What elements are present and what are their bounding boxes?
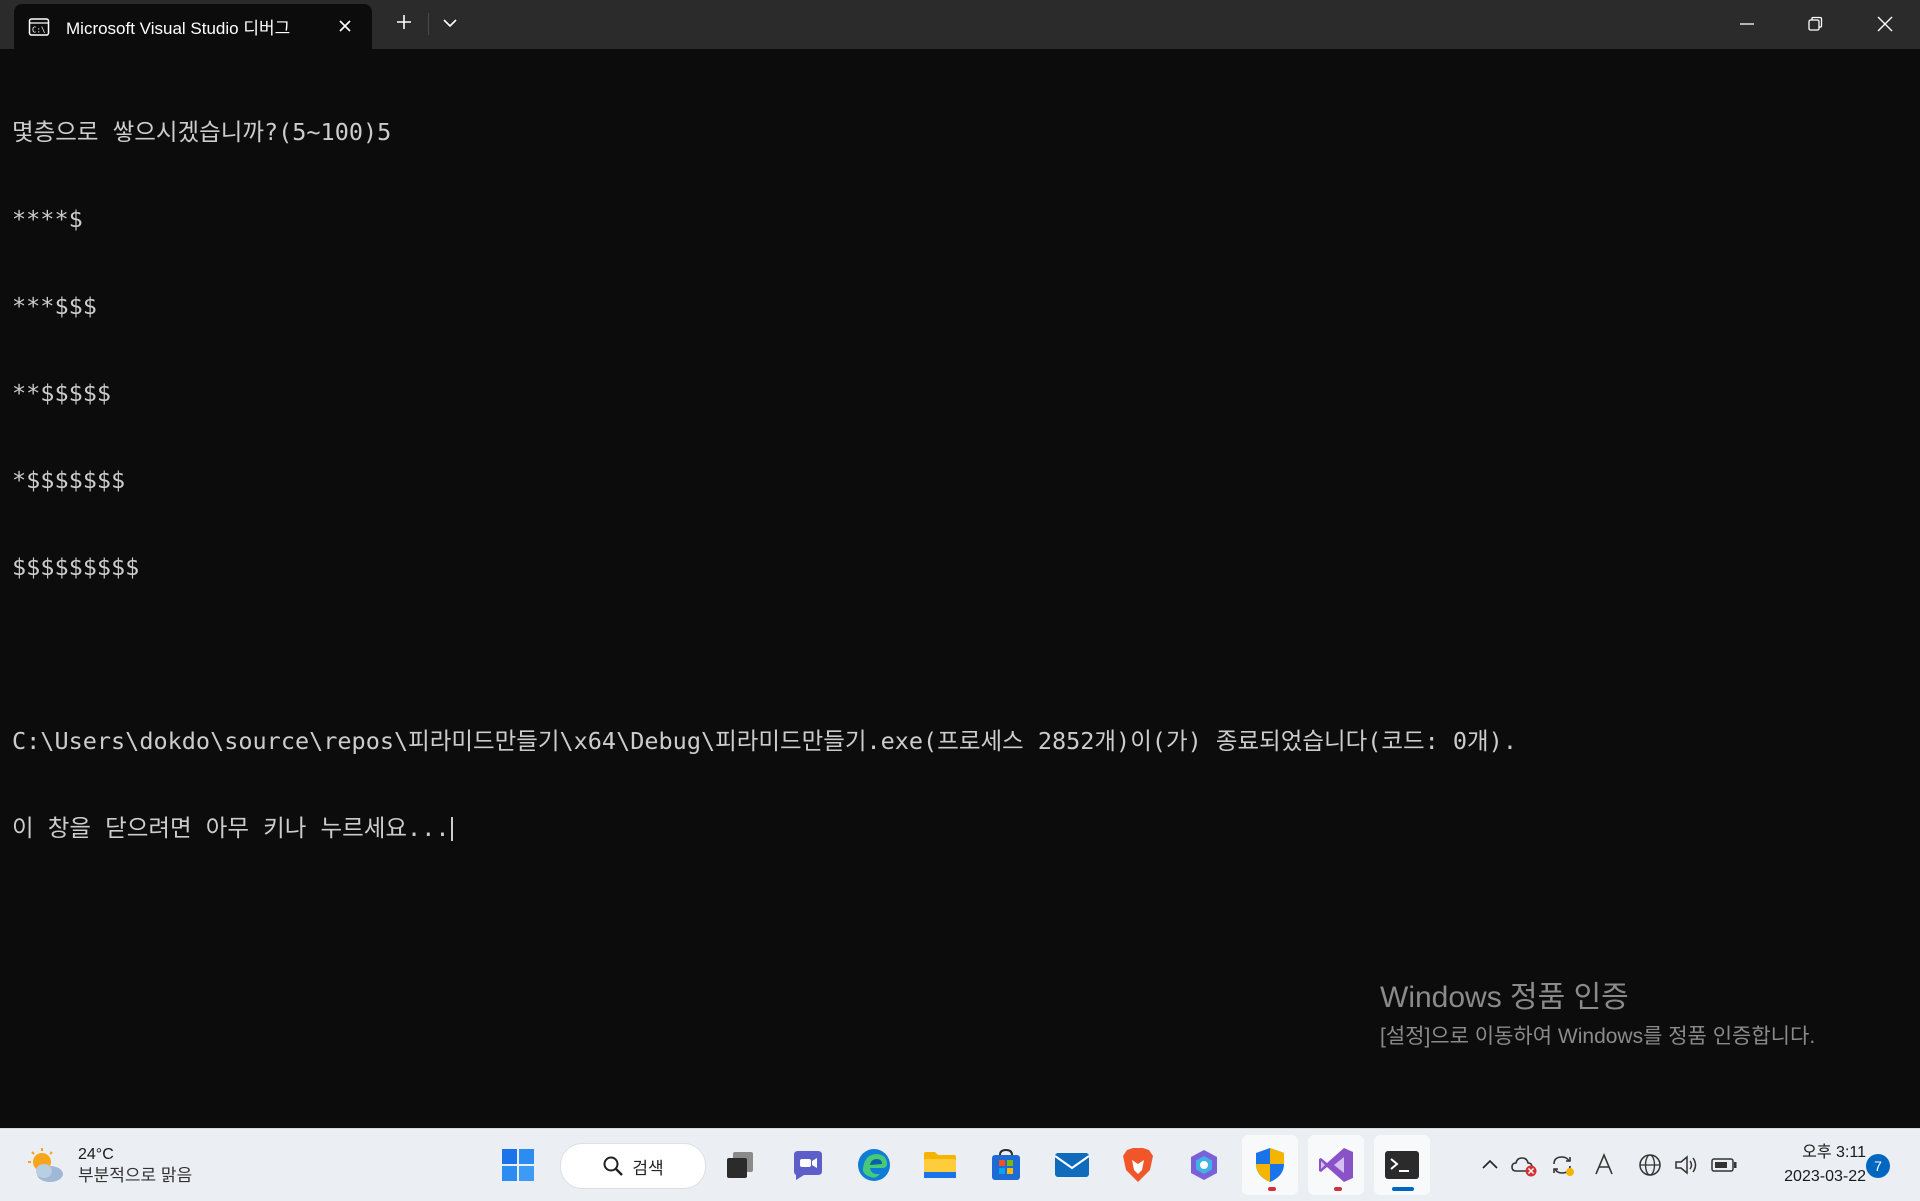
security-icon	[1256, 1148, 1284, 1182]
notification-badge[interactable]: 7	[1866, 1154, 1890, 1178]
console-line: *$$$$$$$	[12, 466, 126, 494]
activation-watermark: Windows 정품 인증 [설정]으로 이동하여 Windows를 정품 인증…	[1380, 978, 1860, 1051]
edge-button[interactable]	[852, 1143, 896, 1187]
tab-divider	[428, 13, 429, 35]
copilot-button[interactable]	[1182, 1143, 1226, 1187]
terminal-tab[interactable]: C:\ Microsoft Visual Studio 디버그	[14, 4, 372, 49]
globe-icon	[1639, 1154, 1661, 1176]
console-line: **$$$$$	[12, 379, 112, 407]
title-bar: C:\ Microsoft Visual Studio 디버그	[0, 0, 1920, 49]
watermark-title: Windows 정품 인증	[1380, 981, 1629, 1014]
network-tray[interactable]	[1636, 1151, 1664, 1179]
close-window-button[interactable]	[1868, 8, 1902, 40]
terminal-icon	[1385, 1151, 1419, 1179]
running-indicator	[1268, 1187, 1276, 1191]
sync-icon	[1553, 1156, 1574, 1176]
chat-button[interactable]	[786, 1143, 830, 1187]
store-button[interactable]	[984, 1143, 1028, 1187]
new-tab-icon[interactable]	[394, 12, 414, 32]
mail-button[interactable]	[1050, 1143, 1094, 1187]
task-view-button[interactable]	[718, 1143, 762, 1187]
active-indicator	[1392, 1187, 1414, 1191]
minimize-icon	[1740, 23, 1754, 25]
sync-tray[interactable]	[1548, 1151, 1576, 1179]
speaker-icon	[1675, 1155, 1697, 1175]
weather-temperature: 24°C	[78, 1146, 114, 1163]
close-icon	[1877, 16, 1893, 32]
copilot-icon	[1191, 1150, 1217, 1180]
chevron-up-icon	[1482, 1159, 1498, 1169]
svg-text:C:\: C:\	[32, 25, 46, 34]
console-icon: C:\	[28, 17, 50, 36]
onedrive-tray[interactable]	[1510, 1151, 1538, 1179]
clock-date: 2023-03-22	[1784, 1168, 1866, 1185]
console-prompt-line: 이 창을 닫으려면 아무 키나 누르세요...	[12, 814, 1517, 843]
console-line: ***$$$	[12, 292, 97, 320]
console-output[interactable]: 몇층으로 쌓으시겠습니까?(5~100)5 ****$ ***$$$ **$$$…	[12, 60, 1517, 872]
brave-icon	[1123, 1148, 1153, 1182]
store-icon	[992, 1148, 1020, 1180]
text-cursor	[450, 817, 453, 841]
file-explorer-button[interactable]	[918, 1143, 962, 1187]
tab-title: Microsoft Visual Studio 디버그	[66, 19, 291, 38]
restore-icon	[1808, 16, 1823, 31]
task-view-icon	[727, 1152, 753, 1178]
chat-icon	[794, 1151, 822, 1180]
file-explorer-icon	[924, 1152, 956, 1178]
start-button[interactable]	[496, 1143, 540, 1187]
windows-start-icon	[502, 1149, 534, 1181]
close-tab-icon[interactable]	[336, 17, 354, 35]
console-line: $$$$$$$$$	[12, 553, 140, 581]
volume-tray[interactable]	[1672, 1151, 1700, 1179]
console-line: 몇층으로 쌓으시겠습니까?(5~100)5	[12, 118, 392, 146]
show-hidden-icons-button[interactable]	[1476, 1151, 1504, 1179]
visual-studio-icon	[1319, 1148, 1353, 1182]
search-label: 검색	[632, 1158, 664, 1178]
battery-tray[interactable]	[1710, 1151, 1738, 1179]
visual-studio-button[interactable]	[1314, 1143, 1358, 1187]
search-icon	[603, 1156, 624, 1176]
input-method-tray[interactable]	[1590, 1151, 1618, 1179]
search-box[interactable]: 검색	[560, 1143, 706, 1189]
weather-description: 부분적으로 맑음	[78, 1166, 193, 1185]
taskbar: 24°C 부분적으로 맑음 검색 오후 3:11 2023-03-22 7	[0, 1128, 1920, 1201]
cloud-error-icon	[1511, 1157, 1537, 1177]
terminal-button[interactable]	[1380, 1143, 1424, 1187]
console-line: ****$	[12, 205, 83, 233]
console-line: 이 창을 닫으려면 아무 키나 누르세요...	[12, 814, 450, 842]
running-indicator	[1334, 1187, 1342, 1191]
minimize-button[interactable]	[1730, 8, 1764, 40]
console-line: C:\Users\dokdo\source\repos\피라미드만들기\x64\…	[12, 727, 1517, 755]
mail-icon	[1054, 1153, 1090, 1177]
ime-icon	[1595, 1152, 1613, 1175]
restore-button[interactable]	[1798, 8, 1832, 40]
edge-icon	[858, 1149, 890, 1181]
security-button[interactable]	[1248, 1143, 1292, 1187]
partly-sunny-icon	[28, 1148, 63, 1182]
chevron-down-icon[interactable]	[440, 14, 460, 32]
watermark-body: [설정]으로 이동하여 Windows를 정품 인증합니다.	[1380, 1025, 1816, 1048]
brave-button[interactable]	[1116, 1143, 1160, 1187]
weather-widget[interactable]: 24°C 부분적으로 맑음	[26, 1143, 192, 1189]
clock-time: 오후 3:11	[1802, 1144, 1866, 1161]
clock[interactable]: 오후 3:11 2023-03-22	[1756, 1141, 1866, 1189]
battery-icon	[1711, 1158, 1737, 1172]
